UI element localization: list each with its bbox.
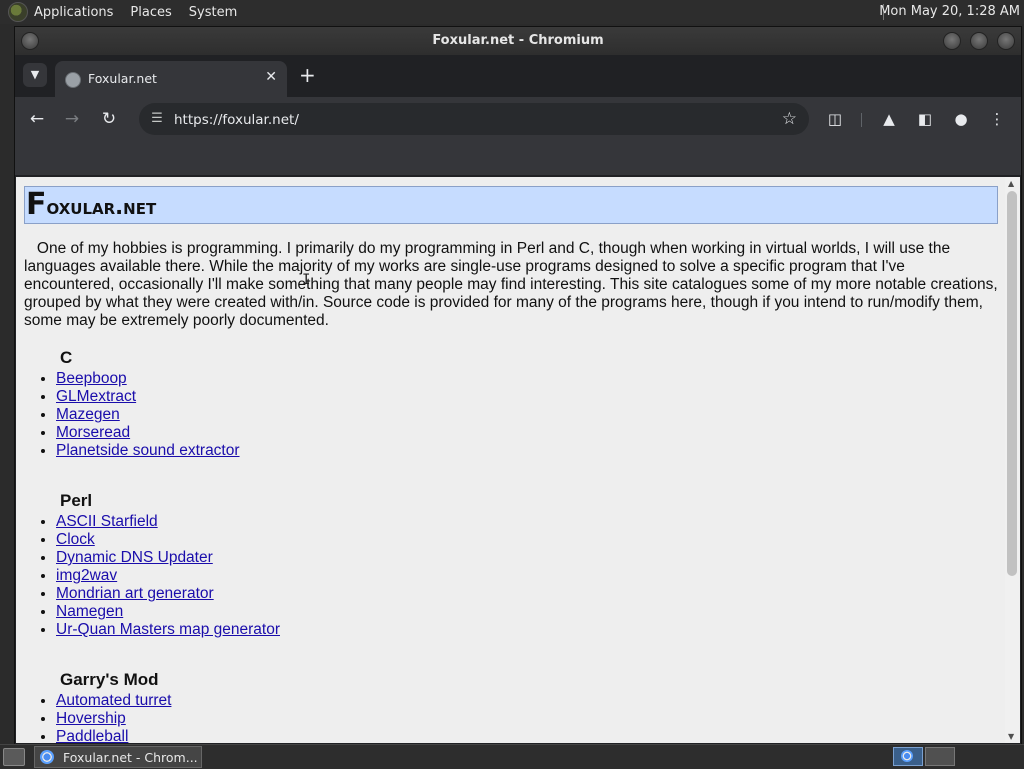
- distro-logo-icon[interactable]: [8, 2, 28, 22]
- link-mazegen[interactable]: Mazegen: [56, 406, 120, 423]
- page-title-initial: F: [26, 187, 47, 222]
- link-paddleball[interactable]: Paddleball: [56, 728, 128, 743]
- arrow-left-icon: ←: [29, 109, 45, 129]
- list-item: Mazegen: [56, 406, 240, 424]
- arrow-right-icon: →: [64, 109, 80, 129]
- page-viewport: Foxular.net One of my hobbies is program…: [16, 177, 1005, 743]
- page-title-rest: oxular.net: [46, 195, 157, 219]
- link-clock[interactable]: Clock: [56, 531, 95, 548]
- link-glmextract[interactable]: GLMextract: [56, 388, 136, 405]
- list-item: Dynamic DNS Updater: [56, 549, 280, 567]
- link-dynamic-dns-updater[interactable]: Dynamic DNS Updater: [56, 549, 213, 566]
- workspace-1[interactable]: [893, 747, 923, 766]
- menu-system[interactable]: System: [189, 5, 237, 20]
- page-title: Foxular.net: [24, 186, 998, 224]
- browser-window: Foxular.net - Chromium ▼ Foxular.net ✕ +…: [14, 26, 1022, 746]
- scroll-down-icon[interactable]: ▼: [1008, 732, 1014, 741]
- bookmarks-bar: [15, 141, 1021, 175]
- tab-search-button[interactable]: ▼: [23, 63, 47, 87]
- intro-paragraph: One of my hobbies is programming. I prim…: [24, 240, 999, 330]
- show-desktop-icon[interactable]: [3, 748, 25, 766]
- link-list-c: Beepboop GLMextract Mazegen Morseread Pl…: [16, 370, 240, 460]
- reload-icon: ↻: [101, 109, 117, 129]
- window-titlebar[interactable]: Foxular.net - Chromium: [15, 27, 1021, 55]
- vertical-scrollbar[interactable]: ▲ ▼: [1005, 177, 1020, 743]
- side-panel-icon[interactable]: ◧: [913, 107, 937, 131]
- list-item: GLMextract: [56, 388, 240, 406]
- url-input[interactable]: [172, 109, 736, 131]
- minimize-button[interactable]: [943, 32, 961, 50]
- window-title: Foxular.net - Chromium: [432, 33, 604, 48]
- list-item: Hovership: [56, 710, 171, 728]
- list-item: Clock: [56, 531, 280, 549]
- chromium-icon: [40, 750, 54, 764]
- bottom-panel: Foxular.net - Chrom...: [0, 744, 1024, 769]
- scrollbar-thumb[interactable]: [1007, 191, 1017, 576]
- link-hovership[interactable]: Hovership: [56, 710, 126, 727]
- list-item: Ur-Quan Masters map generator: [56, 621, 280, 639]
- close-tab-icon[interactable]: ✕: [265, 69, 277, 85]
- section-title-garrys-mod: Garry's Mod: [60, 670, 159, 689]
- section-title-perl: Perl: [60, 491, 93, 510]
- text-cursor-icon: I: [302, 272, 311, 288]
- list-item: Morseread: [56, 424, 240, 442]
- chromium-icon: [901, 750, 913, 762]
- forward-button[interactable]: →: [60, 107, 84, 131]
- reload-button[interactable]: ↻: [97, 107, 121, 131]
- globe-icon: [65, 72, 81, 88]
- profile-icon[interactable]: ●: [949, 107, 973, 131]
- window-menu-button[interactable]: [21, 32, 39, 50]
- list-item: img2wav: [56, 567, 280, 585]
- taskbar-item-label: Foxular.net - Chrom...: [63, 750, 198, 765]
- menu-places[interactable]: Places: [130, 5, 171, 20]
- browser-toolbar: ← → ↻ ☰ ☆ ◫ ▲ ◧ ● ⋮: [15, 97, 1021, 141]
- tune-icon[interactable]: ☰: [145, 107, 169, 131]
- workspace-2[interactable]: [925, 747, 955, 766]
- link-planetside-sound-extractor[interactable]: Planetside sound extractor: [56, 442, 240, 459]
- clock[interactable]: Mon May 20, 1:28 AM: [879, 4, 1020, 19]
- link-namegen[interactable]: Namegen: [56, 603, 123, 620]
- omnibox[interactable]: ☰ ☆: [139, 103, 809, 135]
- kebab-menu-icon[interactable]: ⋮: [985, 107, 1009, 131]
- new-tab-button[interactable]: +: [299, 65, 316, 85]
- back-button[interactable]: ←: [25, 107, 49, 131]
- star-icon[interactable]: ☆: [782, 107, 797, 131]
- link-ascii-starfield[interactable]: ASCII Starfield: [56, 513, 158, 530]
- link-automated-turret[interactable]: Automated turret: [56, 692, 171, 709]
- link-img2wav[interactable]: img2wav: [56, 567, 117, 584]
- link-list-garrys-mod: Automated turret Hovership Paddleball: [16, 692, 171, 743]
- link-morseread[interactable]: Morseread: [56, 424, 130, 441]
- link-list-perl: ASCII Starfield Clock Dynamic DNS Update…: [16, 513, 280, 639]
- list-item: ASCII Starfield: [56, 513, 280, 531]
- maximize-button[interactable]: [970, 32, 988, 50]
- menu-applications[interactable]: Applications: [34, 5, 113, 20]
- taskbar-item-chromium[interactable]: Foxular.net - Chrom...: [34, 746, 202, 768]
- list-item: Automated turret: [56, 692, 171, 710]
- link-ur-quan-masters-map-generator[interactable]: Ur-Quan Masters map generator: [56, 621, 280, 638]
- list-item: Beepboop: [56, 370, 240, 388]
- scroll-up-icon[interactable]: ▲: [1008, 179, 1014, 188]
- tab-strip: ▼ Foxular.net ✕ +: [15, 55, 1021, 97]
- close-window-button[interactable]: [997, 32, 1015, 50]
- list-item: Paddleball: [56, 728, 171, 743]
- section-title-c: C: [60, 348, 73, 367]
- top-panel: Applications Places System Mon May 20, 1…: [0, 0, 1024, 24]
- link-mondrian-art-generator[interactable]: Mondrian art generator: [56, 585, 214, 602]
- toolbar-separator: [861, 113, 862, 127]
- intro-text: One of my hobbies is programming. I prim…: [24, 240, 998, 329]
- chevron-down-icon: ▼: [30, 68, 40, 81]
- flask-icon[interactable]: ▲: [877, 107, 901, 131]
- puzzle-icon[interactable]: ◫: [823, 107, 847, 131]
- list-item: Mondrian art generator: [56, 585, 280, 603]
- tab-title: Foxular.net: [88, 71, 157, 86]
- list-item: Namegen: [56, 603, 280, 621]
- list-item: Planetside sound extractor: [56, 442, 240, 460]
- link-beepboop[interactable]: Beepboop: [56, 370, 127, 387]
- tab-foxular[interactable]: Foxular.net ✕: [55, 61, 287, 97]
